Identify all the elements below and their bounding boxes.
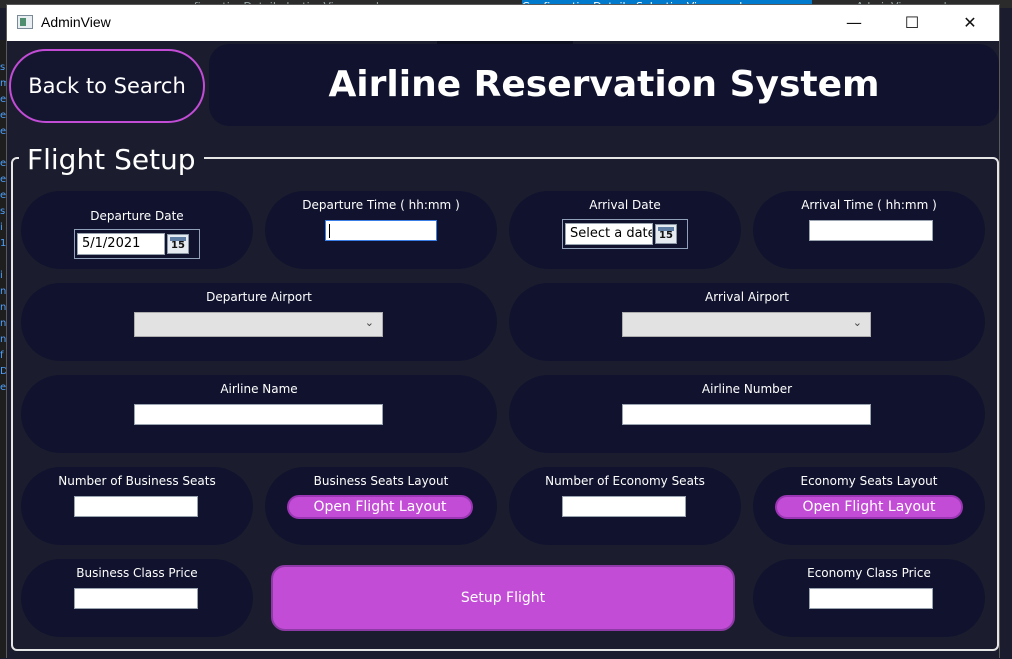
arrival-time-input[interactable] [809,220,933,241]
business-open-flight-layout-button[interactable]: Open Flight Layout [287,495,473,519]
calendar-icon[interactable]: 15 [167,234,189,254]
minimize-button[interactable]: — [831,5,877,41]
economy-open-flight-layout-button[interactable]: Open Flight Layout [775,495,963,519]
arrival-airport-combobox[interactable]: ⌄ [622,312,871,337]
arrival-time-label: Arrival Time ( hh:mm ) [801,198,937,212]
departure-time-label: Departure Time ( hh:mm ) [302,198,460,212]
economy-seats-panel: Number of Economy Seats [509,467,741,545]
arrival-time-panel: Arrival Time ( hh:mm ) [753,191,985,269]
arrival-airport-panel: Arrival Airport ⌄ [509,283,985,361]
economy-layout-label: Economy Seats Layout [800,474,938,488]
chevron-down-icon: ⌄ [852,316,862,329]
business-layout-panel: Business Seats Layout Open Flight Layout [265,467,497,545]
flight-setup-legend: Flight Setup [19,141,204,179]
departure-airport-panel: Departure Airport ⌄ [21,283,497,361]
airline-name-label: Airline Name [220,382,298,396]
business-price-input[interactable] [74,588,198,609]
arrival-date-input[interactable]: Select a date [565,223,653,245]
window-content: Back to Search Airline Reservation Syste… [7,41,999,659]
business-price-panel: Business Class Price [21,559,253,637]
business-layout-label: Business Seats Layout [313,474,449,488]
departure-date-panel: Departure Date 5/1/2021 15 [21,191,253,269]
economy-price-input[interactable] [809,588,933,609]
admin-window: AdminView — ☐ ✕ Back to Search Airline R… [6,4,1000,659]
airline-number-label: Airline Number [701,382,793,396]
business-seats-panel: Number of Business Seats [21,467,253,545]
business-seats-input[interactable] [74,496,198,517]
airline-name-panel: Airline Name [21,375,497,453]
back-to-search-button[interactable]: Back to Search [9,49,205,123]
airline-name-input[interactable] [134,404,383,425]
app-icon [17,15,33,29]
departure-date-picker: 5/1/2021 15 [74,229,200,259]
departure-time-panel: Departure Time ( hh:mm ) [265,191,497,269]
close-button[interactable]: ✕ [947,5,993,41]
page-title: Airline Reservation System [209,44,999,126]
arrival-date-picker: Select a date 15 [562,219,688,249]
calendar-icon[interactable]: 15 [655,224,677,244]
business-price-label: Business Class Price [76,566,198,580]
economy-layout-panel: Economy Seats Layout Open Flight Layout [753,467,985,545]
window-title: AdminView [41,14,111,30]
departure-date-label: Departure Date [90,209,184,223]
departure-airport-combobox[interactable]: ⌄ [134,312,383,337]
economy-seats-label: Number of Economy Seats [545,474,705,488]
setup-flight-button[interactable]: Setup Flight [271,565,735,631]
chevron-down-icon: ⌄ [364,316,374,329]
economy-price-label: Economy Class Price [807,566,931,580]
departure-airport-label: Departure Airport [206,290,312,304]
arrival-date-panel: Arrival Date Select a date 15 [509,191,741,269]
arrival-date-label: Arrival Date [589,198,661,212]
airline-number-input[interactable] [622,404,871,425]
airline-number-panel: Airline Number [509,375,985,453]
departure-time-input[interactable] [325,220,437,241]
arrival-airport-label: Arrival Airport [705,290,789,304]
maximize-button[interactable]: ☐ [889,5,935,41]
business-seats-label: Number of Business Seats [58,474,216,488]
economy-price-panel: Economy Class Price [753,559,985,637]
economy-seats-input[interactable] [562,496,686,517]
title-bar: AdminView — ☐ ✕ [7,5,999,41]
departure-date-input[interactable]: 5/1/2021 [77,233,165,255]
